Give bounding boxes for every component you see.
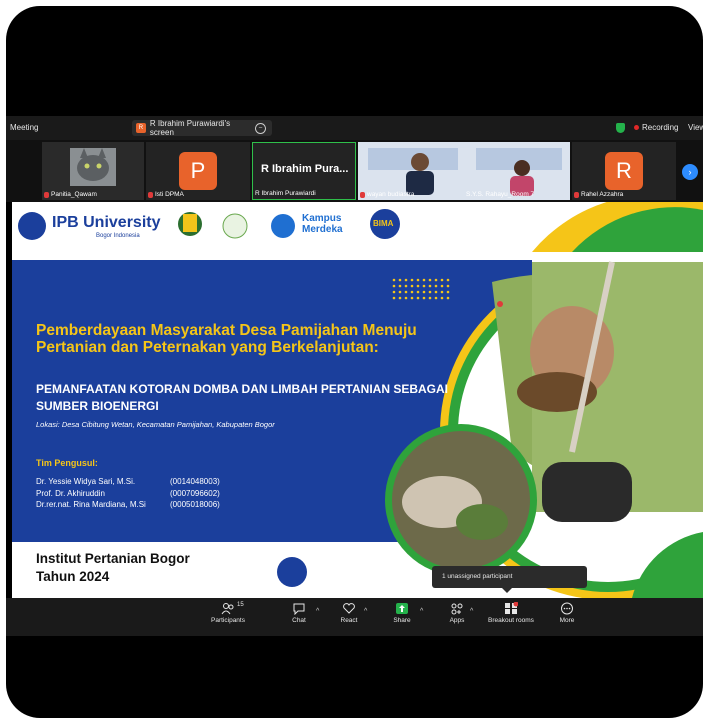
chat-icon	[292, 602, 306, 616]
chat-options-caret[interactable]: ^	[316, 608, 319, 615]
mic-muted-icon	[360, 191, 365, 198]
breakout-tooltip: 1 unassigned participant	[432, 566, 587, 593]
mic-muted-icon	[148, 191, 153, 198]
participant-avatar: P	[179, 152, 217, 190]
meeting-toolbar: 15 Participants Chat ^ React ^ Share ^ A…	[6, 598, 703, 636]
institution-name: Institut Pertanian Bogor	[36, 551, 190, 566]
participant-tile[interactable]: P Isti DPMA	[146, 142, 250, 200]
shared-screen-slide: IPB University Bogor Indonesia Kampus Me…	[12, 202, 703, 598]
view-button[interactable]: View	[688, 123, 703, 132]
slide-title: Pemberdayaan Masyarakat Desa Pamijahan M…	[36, 322, 417, 356]
participant-tile[interactable]: Panitia_Qawam	[42, 142, 144, 200]
react-options-caret[interactable]: ^	[364, 608, 367, 615]
participants-icon: 15	[221, 602, 244, 615]
participant-tile[interactable]: R Rahel Azzahra	[572, 142, 676, 200]
screen-share-indicator[interactable]: R R Ibrahim Purawiardi's screen –	[132, 119, 272, 137]
recording-label: Recording	[642, 123, 679, 132]
slide-subtitle: PEMANFAATAN KOTORAN DOMBA DAN LIMBAH PER…	[36, 382, 448, 413]
next-page-button[interactable]: ›	[682, 164, 698, 180]
participants-count: 15	[237, 602, 244, 608]
slide-location: Lokasi: Desa Cibitung Wetan, Kecamatan P…	[36, 420, 275, 429]
more-button[interactable]: More	[552, 602, 582, 624]
participant-tile[interactable]: wayan budiastra S.Y.S. Rahayu_Room 7	[358, 142, 570, 200]
team-member-row: Dr.rer.nat. Rina Mardiana, M.Si (00050180…	[36, 500, 220, 509]
participant-name: Panitia_Qawam	[44, 191, 97, 198]
react-button[interactable]: React	[334, 602, 364, 624]
participant-name: Rahel Azzahra	[574, 191, 623, 198]
share-source-icon: R	[136, 123, 146, 133]
share-source-label: R Ibrahim Purawiardi's screen	[149, 119, 231, 137]
chat-button[interactable]: Chat	[284, 602, 314, 624]
speaker-display-name: R Ibrahim Pura...	[261, 163, 349, 175]
participant-name: R Ibrahim Purawiardi	[255, 190, 316, 197]
participant-name: Isti DPMA	[148, 191, 184, 198]
participant-avatar: R	[605, 152, 643, 190]
participant-name: S.Y.S. Rahayu_Room 7	[466, 191, 535, 198]
participant-strip: Panitia_Qawam P Isti DPMA R Ibrahim Pura…	[6, 140, 703, 202]
mic-muted-icon	[574, 191, 579, 198]
recording-dot-icon	[634, 125, 639, 130]
heart-icon	[342, 602, 356, 615]
share-button[interactable]: Share	[386, 602, 418, 624]
mic-muted-icon	[44, 191, 49, 198]
participant-name: wayan budiastra	[360, 191, 414, 198]
apps-button[interactable]: Apps	[442, 602, 472, 624]
phone-screen: Meeting R R Ibrahim Purawiardi's screen …	[6, 6, 703, 718]
institution-year: Tahun 2024	[36, 569, 110, 584]
view-options-icon[interactable]: –	[255, 122, 266, 134]
apps-icon	[450, 602, 464, 615]
recording-indicator[interactable]: Recording	[634, 123, 678, 132]
active-speaker-tile[interactable]: R Ibrahim Pura... R Ibrahim Purawiardi	[252, 142, 356, 200]
share-options-caret[interactable]: ^	[420, 608, 423, 615]
team-heading: Tim Pengusul:	[36, 458, 98, 468]
security-shield-icon[interactable]	[616, 123, 625, 133]
breakout-rooms-icon	[504, 601, 519, 615]
apps-options-caret[interactable]: ^	[470, 608, 473, 615]
team-member-row: Prof. Dr. Akhiruddin (0007096602)	[36, 488, 220, 498]
team-member-row: Dr. Yessie Widya Sari, M.Si. (0014048003)	[36, 477, 220, 486]
share-screen-icon	[395, 602, 409, 615]
meeting-label[interactable]: Meeting	[10, 123, 38, 132]
breakout-rooms-button[interactable]: Breakout rooms	[482, 601, 540, 624]
participants-button[interactable]: 15 Participants	[206, 602, 250, 624]
team-members: Dr. Yessie Widya Sari, M.Si. (0014048003)…	[36, 476, 220, 511]
meeting-top-bar: Meeting R R Ibrahim Purawiardi's screen …	[6, 116, 703, 140]
institution-block: Institut Pertanian Bogor Tahun 2024	[36, 550, 190, 586]
more-icon	[560, 602, 574, 615]
